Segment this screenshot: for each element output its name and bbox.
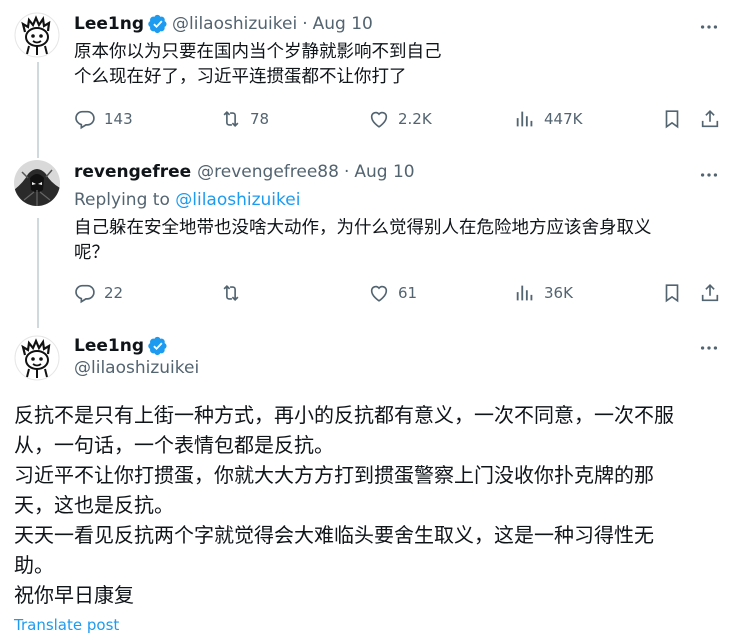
display-name[interactable]: Lee1ng xyxy=(74,336,144,356)
main-tweet-text: 反抗不是只有上街一种方式，再小的反抗都有意义，一次不同意，一次不服 从，一句话，… xyxy=(14,400,729,610)
text-line: 习近平不让你打掼蛋，你就大大方方打到掼蛋警察上门没收你扑克牌的那 xyxy=(14,463,654,487)
reply-button[interactable]: 143 xyxy=(74,108,133,130)
views-button[interactable]: 447K xyxy=(514,108,582,130)
text-line: 反抗不是只有上街一种方式，再小的反抗都有意义，一次不同意，一次不服 xyxy=(14,403,674,427)
post-date[interactable]: Aug 10 xyxy=(354,162,414,182)
user-handle[interactable]: @lilaoshizuikei xyxy=(172,14,297,34)
thread-line xyxy=(37,218,39,328)
post-date[interactable]: Aug 10 xyxy=(313,14,373,34)
text-line: 天天一看见反抗两个字就觉得会大难临头要舍生取义，这是一种习得性无 xyxy=(14,523,654,547)
bookmark-button[interactable] xyxy=(661,282,683,304)
like-icon xyxy=(370,285,388,302)
replying-to-label: Replying to xyxy=(74,190,170,210)
bookmark-button[interactable] xyxy=(661,108,683,130)
reply-count: 22 xyxy=(104,284,124,302)
reply-icon xyxy=(75,110,95,130)
retweet-button[interactable]: 78 xyxy=(220,108,269,130)
user-handle[interactable]: @lilaoshizuikei xyxy=(74,358,199,378)
like-icon xyxy=(370,111,388,128)
replying-to: Replying to @lilaoshizuikei xyxy=(74,190,300,210)
views-button[interactable]: 36K xyxy=(514,282,573,304)
verified-badge-icon xyxy=(148,14,168,34)
tweet-header: Lee1ng @lilaoshizuikei · Aug 10 xyxy=(74,14,373,34)
avatar[interactable] xyxy=(14,335,60,381)
avatar[interactable] xyxy=(14,160,60,206)
share-icon xyxy=(701,110,719,128)
retweet-count: 78 xyxy=(250,110,270,128)
share-button[interactable] xyxy=(699,108,721,130)
tweet-text: 原本你以为只要在国内当个岁静就影响不到自己 个么现在好了，习近平连掼蛋都不让你打… xyxy=(74,42,442,87)
tweet-text: 自己躲在安全地带也没啥大动作，为什么觉得别人在危险地方应该舍身取义 呢？ xyxy=(74,218,652,263)
views-icon xyxy=(516,111,533,127)
like-count: 61 xyxy=(398,284,418,302)
avatar[interactable] xyxy=(14,12,60,58)
tweet-header: revengefree @revengefree88 · Aug 10 xyxy=(74,162,415,182)
like-count: 2.2K xyxy=(398,110,432,128)
views-icon xyxy=(516,285,533,301)
separator-dot: · xyxy=(343,162,350,182)
share-icon xyxy=(701,284,719,302)
reply-button[interactable]: 22 xyxy=(74,282,123,304)
retweet-icon xyxy=(223,284,239,302)
verified-badge-icon xyxy=(148,336,168,356)
display-name[interactable]: revengefree xyxy=(74,162,191,182)
thread-line xyxy=(37,62,39,158)
bookmark-icon xyxy=(665,284,679,303)
user-handle[interactable]: @revengefree88 xyxy=(197,162,339,182)
more-icon[interactable] xyxy=(697,163,721,187)
text-line: 从，一句话，一个表情包都是反抗。 xyxy=(14,433,334,457)
share-button[interactable] xyxy=(699,282,721,304)
more-icon[interactable] xyxy=(697,336,721,360)
retweet-icon xyxy=(223,110,239,128)
views-count: 447K xyxy=(544,110,583,128)
display-name[interactable]: Lee1ng xyxy=(74,14,144,34)
separator-dot: · xyxy=(302,14,308,34)
views-count: 36K xyxy=(544,284,573,302)
main-author: Lee1ng @lilaoshizuikei xyxy=(74,336,199,378)
translate-post-link[interactable]: Translate post xyxy=(14,616,119,634)
like-button[interactable]: 61 xyxy=(368,282,417,304)
more-icon[interactable] xyxy=(697,15,721,39)
text-line: 祝你早日康复 xyxy=(14,583,134,607)
replying-to-link[interactable]: @lilaoshizuikei xyxy=(175,190,300,210)
like-button[interactable]: 2.2K xyxy=(368,108,432,130)
text-line: 助。 xyxy=(14,553,54,577)
bookmark-icon xyxy=(665,110,679,129)
reply-icon xyxy=(75,284,95,304)
retweet-button[interactable] xyxy=(220,282,250,304)
reply-count: 143 xyxy=(104,110,133,128)
text-line: 天，这也是反抗。 xyxy=(14,493,174,517)
